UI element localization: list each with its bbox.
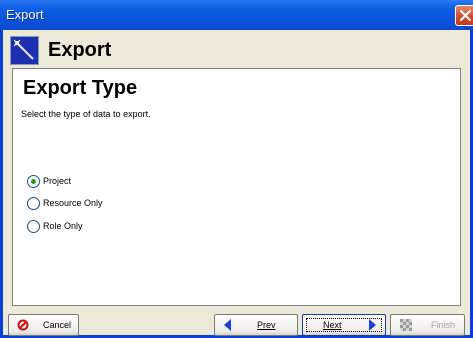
arrow-left-icon — [224, 319, 231, 331]
finish-label: Finish — [431, 320, 456, 330]
radio-button[interactable] — [27, 220, 40, 233]
next-label: Next — [323, 320, 342, 330]
header-title: Export — [48, 39, 112, 61]
cancel-icon — [17, 319, 29, 331]
finish-button[interactable]: Finish — [390, 314, 465, 336]
radio-label[interactable]: Resource Only — [43, 198, 103, 208]
window-title: Export — [6, 7, 44, 22]
radio-button[interactable] — [27, 175, 40, 188]
radio-label[interactable]: Role Only — [43, 221, 83, 231]
wizard-header: Export — [3, 30, 470, 68]
prev-button[interactable]: Prev — [214, 314, 298, 336]
radio-selected-dot — [31, 179, 36, 184]
wizard-footer: Cancel Prev Next Finish — [3, 306, 470, 336]
prev-label: Prev — [257, 320, 276, 330]
export-window: Export Export Export Type Select the typ… — [0, 0, 473, 338]
page-title: Export Type — [23, 77, 138, 99]
close-icon — [459, 9, 472, 22]
close-button[interactable] — [455, 5, 473, 26]
arrow-right-icon — [369, 319, 376, 331]
export-type-panel: Export Type Select the type of data to e… — [12, 68, 461, 306]
title-bar[interactable]: Export — [0, 0, 473, 30]
cancel-button[interactable]: Cancel — [8, 314, 79, 336]
dialog-client-area: Export Export Type Select the type of da… — [3, 30, 470, 336]
wand-icon — [10, 36, 39, 65]
checkered-flag-icon — [400, 319, 412, 331]
radio-button[interactable] — [27, 197, 40, 210]
page-description: Select the type of data to export. — [21, 109, 151, 119]
radio-label[interactable]: Project — [43, 176, 71, 186]
next-button[interactable]: Next — [302, 314, 386, 336]
cancel-label: Cancel — [43, 320, 72, 330]
